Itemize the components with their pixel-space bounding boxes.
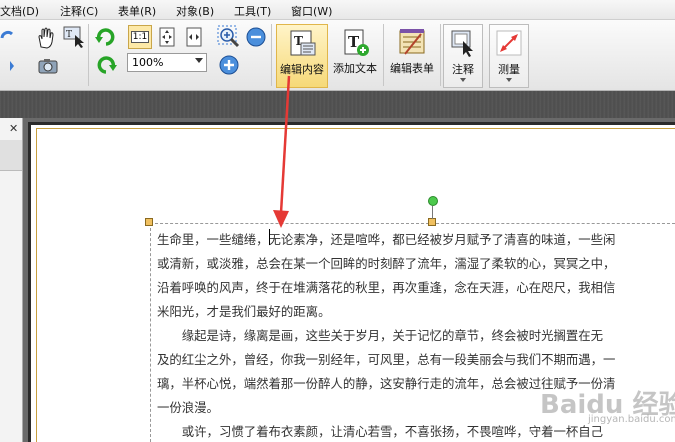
annotation-arrow bbox=[273, 75, 291, 228]
watermark-url: jingyan.baidu.com bbox=[588, 414, 675, 425]
